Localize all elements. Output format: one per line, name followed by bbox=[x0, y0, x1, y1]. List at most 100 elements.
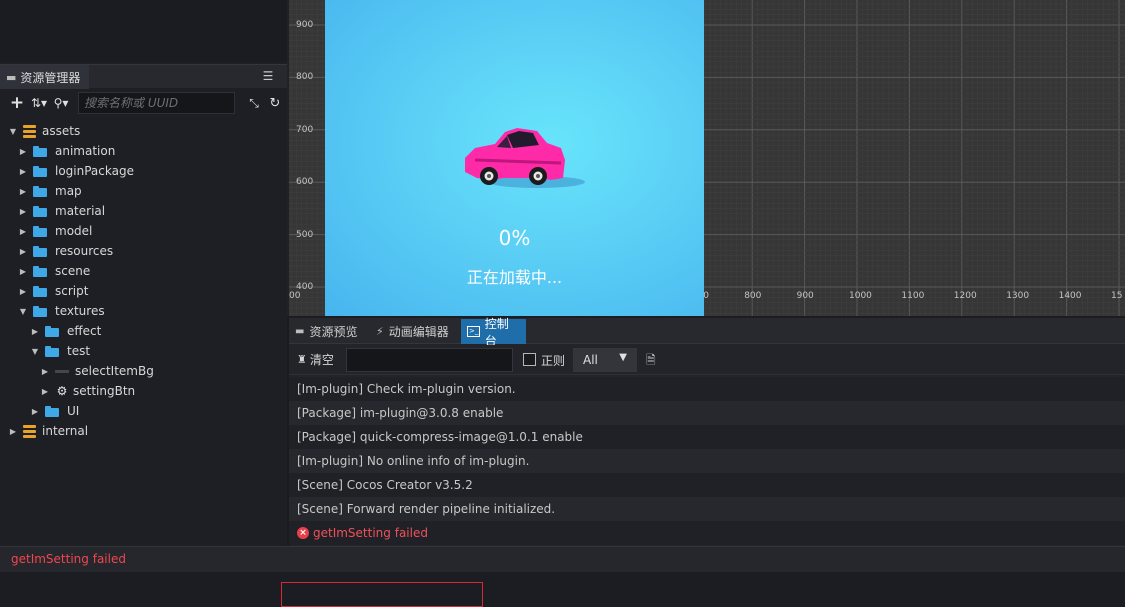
tree-item-label: test bbox=[67, 344, 91, 358]
log-text: getImSetting failed bbox=[313, 526, 428, 540]
chevron-right-icon[interactable]: ▶ bbox=[8, 426, 18, 436]
chevron-down-icon[interactable]: ▼ bbox=[30, 346, 40, 356]
chevron-right-icon[interactable]: ▶ bbox=[18, 206, 28, 216]
console-filter-input[interactable] bbox=[346, 348, 513, 372]
log-row[interactable]: [Im-plugin] No online info of im-plugin. bbox=[289, 449, 1125, 473]
tree-item-loginPackage[interactable]: ▶ loginPackage bbox=[18, 161, 134, 181]
refresh-icon[interactable]: ↻ bbox=[264, 93, 286, 113]
tree-item-label: animation bbox=[55, 144, 116, 158]
chevron-right-icon[interactable]: ▶ bbox=[18, 246, 28, 256]
collapse-all-icon[interactable]: ⤡ bbox=[243, 93, 265, 113]
y-tick-label: 900 bbox=[296, 20, 314, 30]
tree-item-label: material bbox=[55, 204, 106, 218]
log-row-error[interactable]: × getImSetting failed bbox=[289, 521, 1125, 545]
console-toolbar: ♜ 清空 正则 All ▼ 🗎 bbox=[289, 345, 1125, 375]
tree-item-scene[interactable]: ▶ scene bbox=[18, 261, 90, 281]
clear-label: 清空 bbox=[309, 353, 334, 367]
gear-icon: ⚙ bbox=[56, 384, 68, 398]
y-tick-label: 500 bbox=[296, 229, 314, 240]
console-panel: ▬ 资源预览 ⚡ 动画编辑器 >_ 控制台 ♜ 清空 正则 All ▼ 🗎 [I… bbox=[281, 317, 1125, 607]
log-row[interactable]: [Package] quick-compress-image@1.0.1 ena… bbox=[289, 425, 1125, 449]
tree-item-model[interactable]: ▶ model bbox=[18, 221, 92, 241]
folder-icon bbox=[33, 145, 47, 157]
loading-message: 正在加载中... bbox=[466, 268, 563, 287]
tree-item-UI[interactable]: ▶ UI bbox=[30, 401, 79, 421]
tree-item-animation[interactable]: ▶ animation bbox=[18, 141, 115, 161]
game-canvas: 0% 正在加载中... bbox=[325, 0, 704, 316]
folder-icon bbox=[33, 305, 47, 317]
chevron-right-icon[interactable]: ▶ bbox=[18, 146, 28, 156]
chevron-right-icon[interactable]: ▶ bbox=[40, 386, 50, 396]
folder-icon bbox=[33, 285, 47, 297]
log-text: [Im-plugin] Check im-plugin version. bbox=[297, 382, 516, 396]
chevron-down-icon[interactable]: ▼ bbox=[8, 126, 18, 136]
log-row[interactable]: [Im-plugin] Check im-plugin version. bbox=[289, 377, 1125, 401]
chevron-right-icon[interactable]: ▶ bbox=[18, 186, 28, 196]
tree-item-test[interactable]: ▼ test bbox=[30, 341, 90, 361]
tree-item-resources[interactable]: ▶ resources bbox=[18, 241, 113, 261]
tab-asset-preview[interactable]: ▬ 资源预览 bbox=[289, 319, 368, 344]
add-icon[interactable]: + bbox=[6, 93, 28, 113]
regex-label: 正则 bbox=[541, 354, 566, 368]
tree-item-textures[interactable]: ▼ textures bbox=[18, 301, 105, 321]
log-row[interactable]: [Scene] Cocos Creator v3.5.2 bbox=[289, 473, 1125, 497]
search-type-icon[interactable]: ⚲▾ bbox=[50, 93, 72, 113]
log-file-icon[interactable]: 🗎 bbox=[646, 351, 660, 372]
tree-item-label: effect bbox=[67, 324, 102, 338]
broom-icon: ♜ bbox=[297, 353, 307, 366]
asset-toolbar: + ⇅▾ ⚲▾ ⤡ ↻ bbox=[0, 89, 287, 116]
chevron-right-icon[interactable]: ▶ bbox=[18, 286, 28, 296]
chevron-right-icon[interactable]: ▶ bbox=[40, 366, 50, 376]
sort-icon[interactable]: ⇅▾ bbox=[28, 93, 50, 113]
chevron-right-icon[interactable]: ▶ bbox=[30, 326, 40, 336]
tab-label: 资源预览 bbox=[309, 325, 358, 339]
chevron-right-icon[interactable]: ▶ bbox=[18, 266, 28, 276]
sprite-icon bbox=[55, 369, 69, 373]
tree-item-label: selectItemBg bbox=[75, 364, 154, 378]
tree-item-internal[interactable]: ▶ internal bbox=[8, 421, 88, 441]
asset-search-input[interactable] bbox=[78, 92, 235, 114]
tab-animation-editor[interactable]: ⚡ 动画编辑器 bbox=[370, 319, 460, 344]
y-tick-label: 600 bbox=[296, 177, 314, 188]
bottom-tab-bar: ▬ 资源预览 ⚡ 动画编辑器 >_ 控制台 bbox=[289, 317, 1125, 348]
tree-item-settingBtn[interactable]: ▶ ⚙ settingBtn bbox=[40, 381, 135, 401]
chevron-right-icon[interactable]: ▶ bbox=[18, 166, 28, 176]
x-tick-label: 1100 bbox=[901, 291, 925, 301]
tree-item-map[interactable]: ▶ map bbox=[18, 181, 82, 201]
log-level-select[interactable]: All ▼ bbox=[573, 348, 637, 372]
log-row[interactable]: [Package] im-plugin@3.0.8 enable bbox=[289, 401, 1125, 425]
scene-view[interactable]: 9008007006005004000001002003004005006007… bbox=[287, 0, 1125, 316]
loading-percent: 0% bbox=[498, 226, 531, 250]
tree-item-script[interactable]: ▶ script bbox=[18, 281, 89, 301]
tab-asset-manager[interactable]: ▬ 资源管理器 bbox=[0, 65, 89, 89]
tree-item-label: assets bbox=[42, 124, 81, 138]
chevron-right-icon[interactable]: ▶ bbox=[30, 406, 40, 416]
x-tick-label: 00 bbox=[289, 291, 301, 301]
folder-icon bbox=[33, 245, 47, 257]
x-tick-label: 15 bbox=[1111, 291, 1123, 301]
tree-item-material[interactable]: ▶ material bbox=[18, 201, 105, 221]
status-bar: getImSetting failed bbox=[0, 546, 1125, 572]
asset-tab-bar: ▬ 资源管理器 ☰ bbox=[0, 64, 287, 89]
tree-item-label: settingBtn bbox=[73, 384, 136, 398]
chevron-right-icon[interactable]: ▶ bbox=[18, 226, 28, 236]
log-text: [Package] im-plugin@3.0.8 enable bbox=[297, 406, 504, 420]
tree-item-label: textures bbox=[55, 304, 105, 318]
x-tick-label: 900 bbox=[796, 291, 814, 301]
chevron-down-icon[interactable]: ▼ bbox=[18, 306, 28, 316]
regex-checkbox[interactable] bbox=[523, 353, 536, 366]
log-level-value: All bbox=[583, 353, 598, 367]
tree-item-assets[interactable]: ▼ assets bbox=[8, 121, 80, 141]
log-text: [Package] quick-compress-image@1.0.1 ena… bbox=[297, 430, 583, 444]
folder-icon bbox=[33, 265, 47, 277]
clear-button[interactable]: ♜ 清空 bbox=[297, 351, 334, 368]
x-tick-label: 1200 bbox=[953, 291, 977, 301]
hamburger-icon[interactable]: ☰ bbox=[261, 69, 275, 83]
tree-item-label: map bbox=[55, 184, 82, 198]
tree-item-selectItemBg[interactable]: ▶ selectItemBg bbox=[40, 361, 154, 381]
log-text: [Scene] Cocos Creator v3.5.2 bbox=[297, 478, 473, 492]
log-row[interactable]: [Scene] Forward render pipeline initiali… bbox=[289, 497, 1125, 521]
tab-console[interactable]: >_ 控制台 bbox=[461, 317, 526, 348]
tree-item-effect[interactable]: ▶ effect bbox=[30, 321, 101, 341]
tree-item-label: model bbox=[55, 224, 93, 238]
